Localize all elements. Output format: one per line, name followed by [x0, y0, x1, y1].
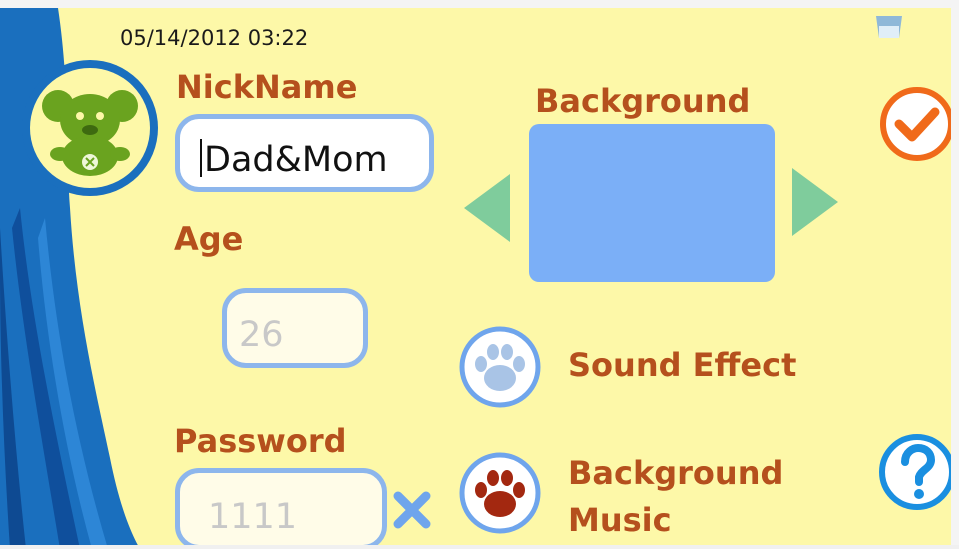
question-mark-icon — [879, 434, 955, 510]
password-label: Password — [174, 422, 347, 460]
avatar[interactable] — [20, 58, 160, 202]
password-field[interactable]: 1111 — [175, 468, 387, 549]
age-field[interactable]: 26 — [222, 288, 368, 368]
clear-x-icon — [393, 491, 431, 529]
background-music-label-line1: Background — [568, 454, 784, 492]
background-label: Background — [535, 82, 751, 120]
background-prev-button[interactable] — [460, 172, 512, 248]
age-value: 26 — [239, 315, 284, 355]
right-strip — [951, 8, 959, 549]
sound-effect-label: Sound Effect — [568, 346, 797, 384]
text-caret — [200, 139, 202, 177]
clear-password-button[interactable] — [392, 490, 432, 534]
top-strip — [0, 0, 959, 8]
age-label: Age — [174, 220, 244, 258]
password-value: 1111 — [208, 497, 298, 537]
arrow-left-icon — [464, 174, 510, 242]
background-preview[interactable] — [529, 124, 775, 282]
confirm-button[interactable] — [879, 86, 955, 166]
profile-settings-screen: 05/14/2012 03:22 NickName Dad&Mom Age 26… — [0, 8, 959, 549]
nickname-value: Dad&Mom — [204, 140, 388, 180]
bottom-strip — [0, 545, 959, 549]
background-music-toggle[interactable] — [459, 452, 541, 538]
status-datetime: 05/14/2012 03:22 — [120, 26, 309, 50]
nickname-field[interactable]: Dad&Mom — [175, 114, 434, 192]
arrow-right-icon — [792, 168, 838, 236]
nickname-label: NickName — [176, 68, 358, 106]
background-music-label: Background Music — [568, 450, 828, 544]
trash-icon[interactable] — [874, 16, 904, 42]
checkmark-icon — [880, 87, 954, 161]
sound-effect-toggle[interactable] — [459, 326, 541, 412]
help-button[interactable] — [877, 432, 957, 516]
background-music-label-line2: Music — [568, 501, 672, 539]
background-next-button[interactable] — [790, 166, 842, 242]
